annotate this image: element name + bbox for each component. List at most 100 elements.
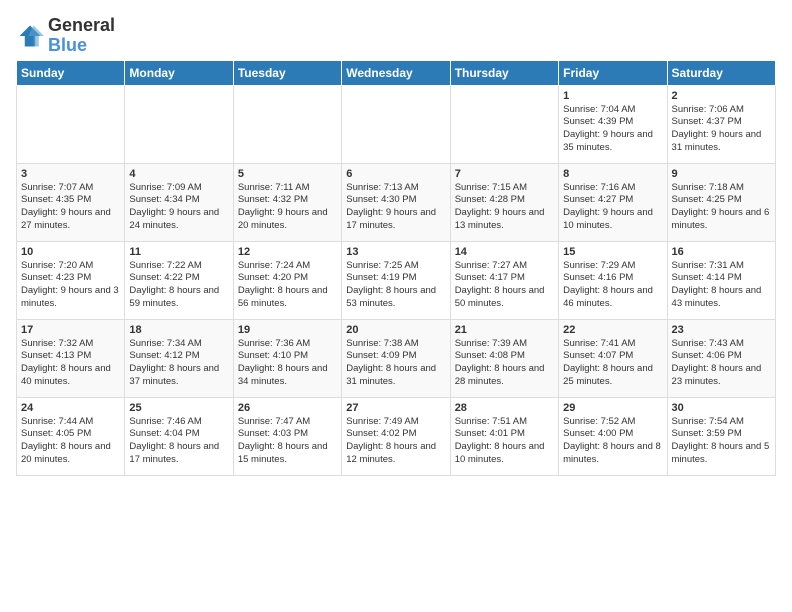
day-number: 30 [672, 402, 771, 414]
day-info: Sunrise: 7:51 AM Sunset: 4:01 PM Dayligh… [455, 416, 554, 467]
calendar-cell: 28 Sunrise: 7:51 AM Sunset: 4:01 PM Dayli… [450, 397, 558, 475]
day-info: Sunrise: 7:11 AM Sunset: 4:32 PM Dayligh… [238, 182, 337, 233]
calendar-cell: 2 Sunrise: 7:06 AM Sunset: 4:37 PM Daylig… [667, 85, 775, 163]
calendar-cell [17, 85, 125, 163]
day-info: Sunrise: 7:04 AM Sunset: 4:39 PM Dayligh… [563, 104, 662, 155]
day-info: Sunrise: 7:09 AM Sunset: 4:34 PM Dayligh… [129, 182, 228, 233]
logo-text: GeneralBlue [48, 16, 115, 56]
day-info: Sunrise: 7:34 AM Sunset: 4:12 PM Dayligh… [129, 338, 228, 389]
day-info: Sunrise: 7:15 AM Sunset: 4:28 PM Dayligh… [455, 182, 554, 233]
day-info: Sunrise: 7:54 AM Sunset: 3:59 PM Dayligh… [672, 416, 771, 467]
calendar-cell: 30 Sunrise: 7:54 AM Sunset: 3:59 PM Dayli… [667, 397, 775, 475]
day-number: 16 [672, 246, 771, 258]
header-cell-thursday: Thursday [450, 60, 558, 85]
header-cell-wednesday: Wednesday [342, 60, 450, 85]
day-info: Sunrise: 7:07 AM Sunset: 4:35 PM Dayligh… [21, 182, 120, 233]
day-number: 5 [238, 168, 337, 180]
day-info: Sunrise: 7:39 AM Sunset: 4:08 PM Dayligh… [455, 338, 554, 389]
calendar-cell: 22 Sunrise: 7:41 AM Sunset: 4:07 PM Dayli… [559, 319, 667, 397]
calendar-cell: 13Sunrise: 7:25 AM Sunset: 4:19 PM Dayli… [342, 241, 450, 319]
calendar-cell: 15Sunrise: 7:29 AM Sunset: 4:16 PM Dayli… [559, 241, 667, 319]
day-number: 23 [672, 324, 771, 336]
calendar-week-2: 10 Sunrise: 7:20 AM Sunset: 4:23 PM Dayli… [17, 241, 776, 319]
day-number: 13 [346, 246, 445, 258]
calendar-cell: 14 Sunrise: 7:27 AM Sunset: 4:17 PM Dayli… [450, 241, 558, 319]
calendar-cell: 10 Sunrise: 7:20 AM Sunset: 4:23 PM Dayli… [17, 241, 125, 319]
day-info: Sunrise: 7:24 AM Sunset: 4:20 PM Dayligh… [238, 260, 337, 311]
day-number: 17 [21, 324, 120, 336]
calendar-cell: 16 Sunrise: 7:31 AM Sunset: 4:14 PM Dayli… [667, 241, 775, 319]
calendar-cell: 1 Sunrise: 7:04 AM Sunset: 4:39 PM Daylig… [559, 85, 667, 163]
calendar-cell: 17 Sunrise: 7:32 AM Sunset: 4:13 PM Dayli… [17, 319, 125, 397]
day-number: 19 [238, 324, 337, 336]
calendar-cell: 19 Sunrise: 7:36 AM Sunset: 4:10 PM Dayli… [233, 319, 341, 397]
day-info: Sunrise: 7:06 AM Sunset: 4:37 PM Dayligh… [672, 104, 771, 155]
calendar-cell: 7 Sunrise: 7:15 AM Sunset: 4:28 PM Daylig… [450, 163, 558, 241]
calendar-week-3: 17 Sunrise: 7:32 AM Sunset: 4:13 PM Dayli… [17, 319, 776, 397]
day-info: Sunrise: 7:44 AM Sunset: 4:05 PM Dayligh… [21, 416, 120, 467]
header-cell-friday: Friday [559, 60, 667, 85]
day-number: 10 [21, 246, 120, 258]
calendar-week-1: 3 Sunrise: 7:07 AM Sunset: 4:35 PM Daylig… [17, 163, 776, 241]
day-number: 14 [455, 246, 554, 258]
calendar-table: SundayMondayTuesdayWednesdayThursdayFrid… [16, 60, 776, 476]
day-info: Sunrise: 7:18 AM Sunset: 4:25 PM Dayligh… [672, 182, 771, 233]
day-number: 8 [563, 168, 662, 180]
day-number: 2 [672, 90, 771, 102]
calendar-cell: 27Sunrise: 7:49 AM Sunset: 4:02 PM Dayli… [342, 397, 450, 475]
calendar-container: GeneralBlue SundayMondayTuesdayWednesday… [0, 0, 792, 484]
calendar-cell: 18 Sunrise: 7:34 AM Sunset: 4:12 PM Dayli… [125, 319, 233, 397]
calendar-cell: 5 Sunrise: 7:11 AM Sunset: 4:32 PM Daylig… [233, 163, 341, 241]
day-info: Sunrise: 7:52 AM Sunset: 4:00 PM Dayligh… [563, 416, 662, 467]
day-number: 20 [346, 324, 445, 336]
day-info: Sunrise: 7:36 AM Sunset: 4:10 PM Dayligh… [238, 338, 337, 389]
calendar-cell: 25Sunrise: 7:46 AM Sunset: 4:04 PM Dayli… [125, 397, 233, 475]
day-number: 28 [455, 402, 554, 414]
day-info: Sunrise: 7:43 AM Sunset: 4:06 PM Dayligh… [672, 338, 771, 389]
day-number: 24 [21, 402, 120, 414]
day-info: Sunrise: 7:16 AM Sunset: 4:27 PM Dayligh… [563, 182, 662, 233]
calendar-cell [342, 85, 450, 163]
calendar-cell: 21 Sunrise: 7:39 AM Sunset: 4:08 PM Dayli… [450, 319, 558, 397]
calendar-cell [125, 85, 233, 163]
day-number: 6 [346, 168, 445, 180]
day-number: 3 [21, 168, 120, 180]
calendar-cell: 4 Sunrise: 7:09 AM Sunset: 4:34 PM Daylig… [125, 163, 233, 241]
day-info: Sunrise: 7:47 AM Sunset: 4:03 PM Dayligh… [238, 416, 337, 467]
day-info: Sunrise: 7:22 AM Sunset: 4:22 PM Dayligh… [129, 260, 228, 311]
day-info: Sunrise: 7:41 AM Sunset: 4:07 PM Dayligh… [563, 338, 662, 389]
calendar-cell: 26Sunrise: 7:47 AM Sunset: 4:03 PM Dayli… [233, 397, 341, 475]
header-cell-monday: Monday [125, 60, 233, 85]
day-number: 22 [563, 324, 662, 336]
calendar-cell [233, 85, 341, 163]
day-info: Sunrise: 7:20 AM Sunset: 4:23 PM Dayligh… [21, 260, 120, 311]
day-info: Sunrise: 7:32 AM Sunset: 4:13 PM Dayligh… [21, 338, 120, 389]
day-info: Sunrise: 7:13 AM Sunset: 4:30 PM Dayligh… [346, 182, 445, 233]
day-number: 7 [455, 168, 554, 180]
day-info: Sunrise: 7:38 AM Sunset: 4:09 PM Dayligh… [346, 338, 445, 389]
logo-icon [16, 22, 44, 50]
calendar-cell: 20 Sunrise: 7:38 AM Sunset: 4:09 PM Dayli… [342, 319, 450, 397]
day-number: 18 [129, 324, 228, 336]
calendar-cell: 29Sunrise: 7:52 AM Sunset: 4:00 PM Dayli… [559, 397, 667, 475]
day-info: Sunrise: 7:27 AM Sunset: 4:17 PM Dayligh… [455, 260, 554, 311]
day-info: Sunrise: 7:29 AM Sunset: 4:16 PM Dayligh… [563, 260, 662, 311]
header-cell-tuesday: Tuesday [233, 60, 341, 85]
calendar-cell: 11Sunrise: 7:22 AM Sunset: 4:22 PM Dayli… [125, 241, 233, 319]
day-number: 4 [129, 168, 228, 180]
header: GeneralBlue [16, 16, 776, 56]
day-number: 9 [672, 168, 771, 180]
day-number: 25 [129, 402, 228, 414]
day-info: Sunrise: 7:31 AM Sunset: 4:14 PM Dayligh… [672, 260, 771, 311]
calendar-header: SundayMondayTuesdayWednesdayThursdayFrid… [17, 60, 776, 85]
calendar-week-0: 1 Sunrise: 7:04 AM Sunset: 4:39 PM Daylig… [17, 85, 776, 163]
calendar-body: 1 Sunrise: 7:04 AM Sunset: 4:39 PM Daylig… [17, 85, 776, 475]
day-number: 1 [563, 90, 662, 102]
day-number: 27 [346, 402, 445, 414]
calendar-cell: 6 Sunrise: 7:13 AM Sunset: 4:30 PM Daylig… [342, 163, 450, 241]
day-number: 12 [238, 246, 337, 258]
day-number: 21 [455, 324, 554, 336]
calendar-cell: 24 Sunrise: 7:44 AM Sunset: 4:05 PM Dayli… [17, 397, 125, 475]
header-row: SundayMondayTuesdayWednesdayThursdayFrid… [17, 60, 776, 85]
calendar-cell: 12 Sunrise: 7:24 AM Sunset: 4:20 PM Dayli… [233, 241, 341, 319]
